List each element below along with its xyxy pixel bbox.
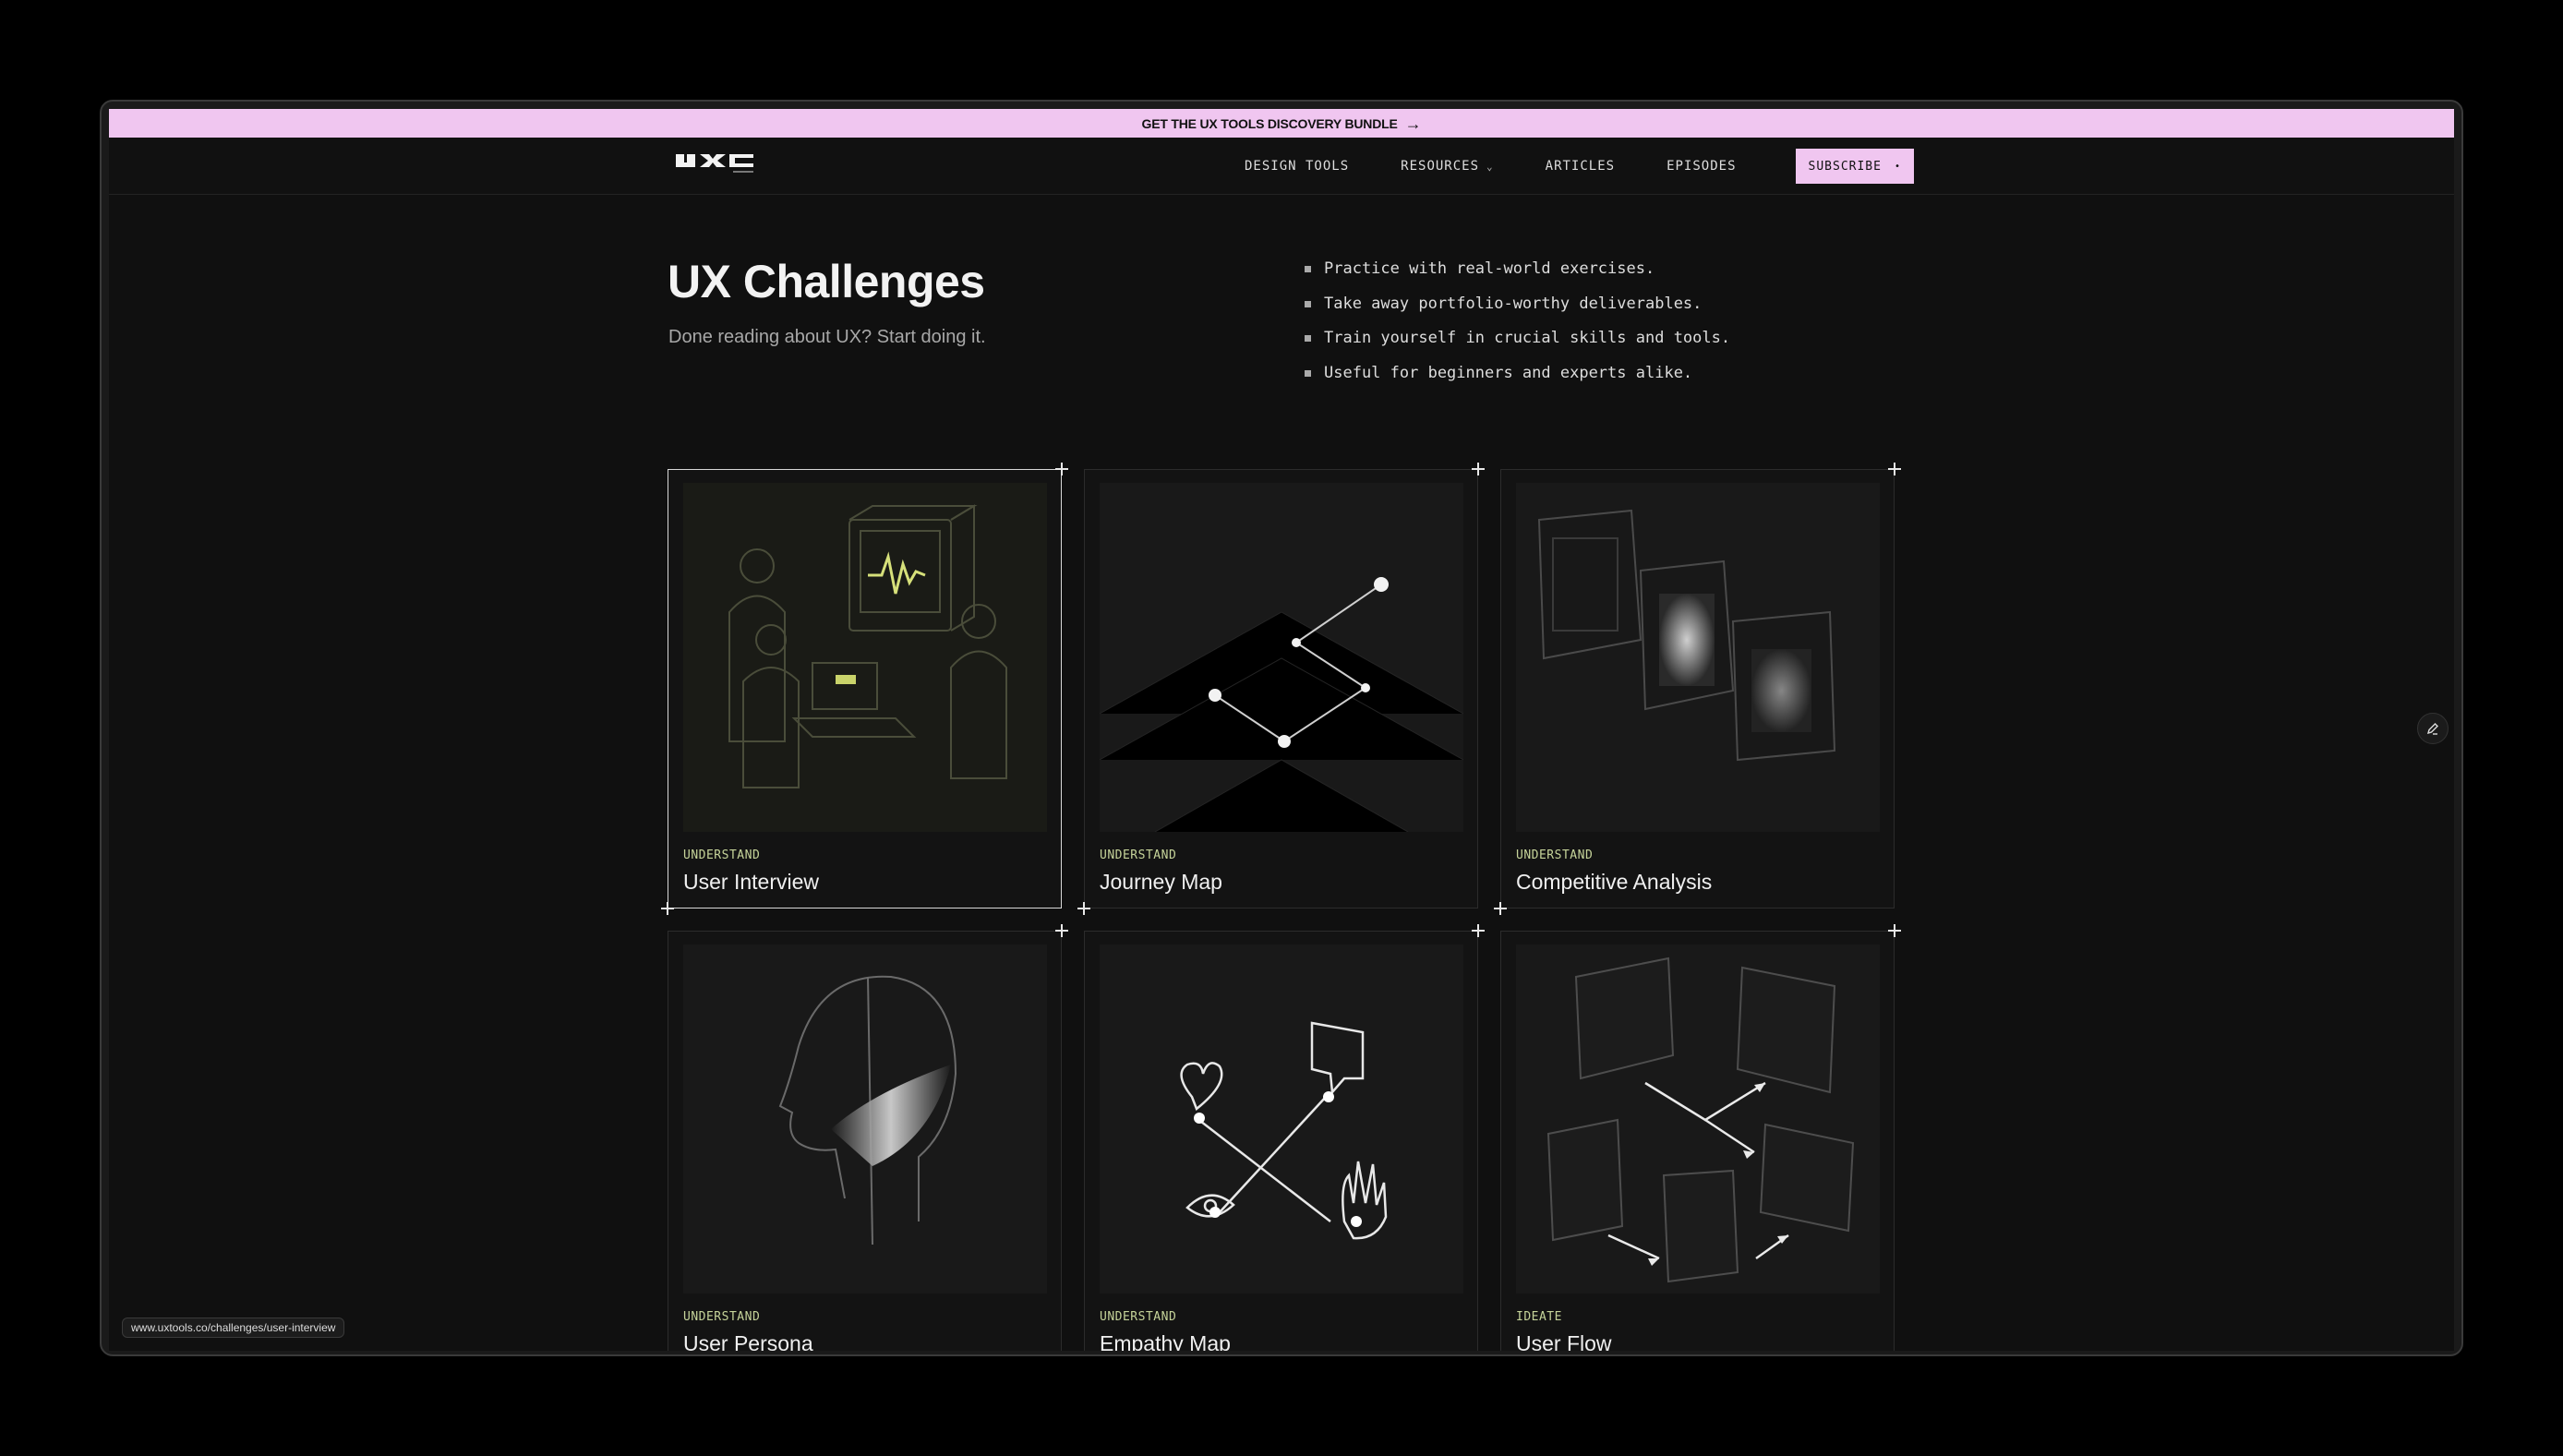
nav-design-tools-label: DESIGN TOOLS [1245, 159, 1350, 174]
plus-marker-icon [1472, 463, 1485, 475]
list-item-text: Practice with real-world exercises. [1324, 259, 1655, 278]
nav-links: DESIGN TOOLS RESOURCES ⌄ ARTICLES EPISODE… [1245, 138, 1914, 195]
edit-button[interactable] [2417, 713, 2449, 744]
card-title: User Persona [683, 1331, 813, 1351]
competitive-analysis-illustration [1516, 483, 1880, 832]
plus-marker-icon [1055, 924, 1068, 937]
chevron-down-icon: ⌄ [1486, 160, 1494, 173]
nav-resources[interactable]: RESOURCES ⌄ [1401, 159, 1493, 174]
nav-articles-label: ARTICLES [1545, 159, 1616, 174]
challenge-card-user-interview[interactable]: UNDERSTAND User Interview [668, 469, 1062, 908]
card-category: IDEATE [1516, 1310, 1562, 1324]
challenge-card-journey-map[interactable]: UNDERSTAND Journey Map [1084, 469, 1478, 908]
card-title: User Interview [683, 870, 819, 894]
link-status-bar: www.uxtools.co/challenges/user-interview [122, 1318, 345, 1338]
list-item-text: Train yourself in crucial skills and too… [1324, 329, 1731, 347]
page-subtitle: Done reading about UX? Start doing it. [668, 327, 986, 347]
benefits-list: Practice with real-world exercises. Take… [1305, 259, 1730, 398]
challenge-card-user-persona[interactable]: UNDERSTAND User Persona [668, 931, 1062, 1351]
user-persona-illustration [683, 945, 1047, 1294]
nav-design-tools[interactable]: DESIGN TOOLS [1245, 159, 1349, 174]
top-nav: DESIGN TOOLS RESOURCES ⌄ ARTICLES EPISODE… [109, 138, 2454, 195]
card-category: UNDERSTAND [683, 1310, 761, 1324]
subscribe-button[interactable]: SUBSCRIBE • [1795, 149, 1914, 184]
list-item: Train yourself in crucial skills and too… [1305, 329, 1730, 364]
plus-marker-icon [1494, 902, 1507, 915]
plus-marker-icon [1472, 924, 1485, 937]
plus-marker-icon [1888, 463, 1901, 475]
square-bullet-icon [1305, 369, 1311, 377]
plus-marker-icon [1888, 924, 1901, 937]
browser-window: GET THE UX TOOLS DISCOVERY BUNDLE → DESI… [100, 100, 2463, 1356]
card-title: Competitive Analysis [1516, 870, 1713, 894]
arrow-right-icon: → [1404, 114, 1422, 133]
card-title: User Flow [1516, 1331, 1612, 1351]
list-item: Take away portfolio-worthy deliverables. [1305, 295, 1730, 330]
uxtools-logo[interactable] [676, 151, 753, 179]
square-bullet-icon [1305, 266, 1311, 272]
plus-marker-icon [661, 902, 674, 915]
challenge-card-empathy-map[interactable]: UNDERSTAND Empathy Map [1084, 931, 1478, 1351]
journey-map-illustration [1100, 483, 1463, 832]
card-category: UNDERSTAND [1516, 848, 1594, 862]
page-viewport: GET THE UX TOOLS DISCOVERY BUNDLE → DESI… [109, 109, 2454, 1351]
promo-banner-text: GET THE UX TOOLS DISCOVERY BUNDLE [1141, 115, 1398, 131]
plus-marker-icon [1055, 463, 1068, 475]
dot-icon: • [1894, 161, 1901, 172]
plus-marker-icon [1077, 902, 1090, 915]
nav-episodes-label: EPISODES [1667, 159, 1737, 174]
subscribe-label: SUBSCRIBE [1808, 159, 1882, 174]
list-item-text: Take away portfolio-worthy deliverables. [1324, 294, 1703, 313]
square-bullet-icon [1305, 335, 1311, 342]
promo-banner[interactable]: GET THE UX TOOLS DISCOVERY BUNDLE → [109, 109, 2454, 138]
challenge-card-user-flow[interactable]: IDEATE User Flow [1500, 931, 1895, 1351]
nav-articles[interactable]: ARTICLES [1546, 159, 1615, 174]
challenges-grid: UNDERSTAND User Interview UNDERSTAND Jou… [661, 463, 1901, 1351]
page-title: UX Challenges [668, 256, 985, 307]
list-item: Practice with real-world exercises. [1305, 259, 1730, 295]
nav-episodes[interactable]: EPISODES [1667, 159, 1736, 174]
nav-resources-label: RESOURCES [1401, 159, 1480, 174]
user-interview-illustration [683, 483, 1047, 832]
list-item-text: Useful for beginners and experts alike. [1324, 363, 1693, 382]
card-category: UNDERSTAND [1100, 1310, 1177, 1324]
list-item: Useful for beginners and experts alike. [1305, 364, 1730, 399]
card-category: UNDERSTAND [683, 848, 761, 862]
square-bullet-icon [1305, 300, 1311, 307]
empathy-map-illustration [1100, 945, 1463, 1294]
card-title: Journey Map [1100, 870, 1222, 894]
pencil-icon [2426, 723, 2438, 735]
card-category: UNDERSTAND [1100, 848, 1177, 862]
user-flow-illustration [1516, 945, 1880, 1294]
challenge-card-competitive-analysis[interactable]: UNDERSTAND Competitive Analysis [1500, 469, 1895, 908]
card-title: Empathy Map [1100, 1331, 1231, 1351]
